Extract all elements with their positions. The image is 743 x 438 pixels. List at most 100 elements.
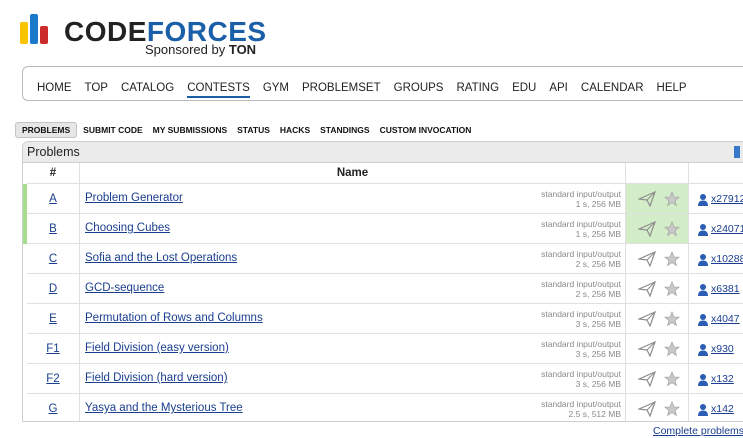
problem-actions-cell [625,363,689,394]
problem-index-cell: F1 [23,333,80,364]
star-icon[interactable] [663,220,681,242]
problem-limits: standard input/output 3 s, 256 MB [541,369,621,389]
problem-limits: standard input/output 2.5 s, 512 MB [541,399,621,419]
problem-row: C Sofia and the Lost Operations standard i… [23,243,743,274]
problem-index-link[interactable]: A [49,193,57,205]
user-icon [697,313,709,330]
subnav-item-custom-invocation[interactable]: CUSTOM INVOCATION [376,122,476,138]
nav-item-api[interactable]: API [549,82,568,94]
user-icon [697,223,709,240]
star-icon[interactable] [663,370,681,392]
subnav-item-hacks[interactable]: HACKS [276,122,314,138]
solved-count-link[interactable]: x27912 [711,193,743,205]
col-header-name: Name [79,163,626,184]
star-icon[interactable] [663,340,681,362]
paper-plane-icon[interactable] [636,400,657,421]
user-icon [697,283,709,300]
problem-name-link[interactable]: Yasya and the Mysterious Tree [85,402,243,414]
problem-index-link[interactable]: F2 [46,373,59,385]
problem-solved-cell: x4047 [688,303,743,334]
problem-actions-cell [625,213,689,244]
problem-index-cell: C [23,243,80,274]
problems-box-title: Problems [23,142,743,163]
nav-item-help[interactable]: HELP [657,82,687,94]
problem-row: A Problem Generator standard input/output 1… [23,183,743,214]
paper-plane-icon[interactable] [636,370,657,392]
problem-name-link[interactable]: Sofia and the Lost Operations [85,252,237,264]
col-header-actions [625,163,689,184]
problem-index-link[interactable]: F1 [46,343,59,355]
problem-index-cell: B [23,213,80,244]
paper-plane-icon[interactable] [636,190,657,212]
problem-limits: standard input/output 2 s, 256 MB [541,249,621,269]
problem-name-cell: Choosing Cubes standard input/output 1 s, … [79,213,626,244]
problem-solved-cell: x6381 [688,273,743,304]
problem-row: F1 Field Division (easy version) standard … [23,333,743,364]
solved-count-link[interactable]: x6381 [711,283,740,295]
col-header-solved [688,163,743,184]
nav-item-problemset[interactable]: PROBLEMSET [302,82,381,94]
codeforces-logo[interactable]: CODEFORCES Sponsored by TON [20,14,280,60]
nav-item-top[interactable]: TOP [85,82,108,94]
solved-count-link[interactable]: x132 [711,373,734,385]
star-icon[interactable] [663,190,681,212]
star-icon[interactable] [663,250,681,272]
problem-solved-cell: x27912 [688,183,743,214]
problems-box: Problems # Name A Problem Generator standa… [22,141,743,422]
paper-plane-icon[interactable] [636,340,657,362]
problem-name-link[interactable]: Choosing Cubes [85,222,170,234]
paper-plane-icon[interactable] [636,280,657,302]
problem-limits: standard input/output 1 s, 256 MB [541,189,621,209]
problem-limits: standard input/output 3 s, 256 MB [541,339,621,359]
problem-name-link[interactable]: Problem Generator [85,192,183,204]
main-nav: HOME TOP CATALOG CONTESTS GYM PROBLEMSET GROUP… [22,66,743,101]
paper-plane-icon[interactable] [636,220,657,242]
star-icon[interactable] [663,280,681,302]
problem-index-link[interactable]: E [49,313,57,325]
problem-row: B Choosing Cubes standard input/output 1 s,… [23,213,743,244]
paper-plane-icon[interactable] [636,250,657,272]
nav-item-edu[interactable]: EDU [512,82,536,94]
problem-name-link[interactable]: Permutation of Rows and Columns [85,312,263,324]
contest-sub-nav: PROBLEMS SUBMIT CODE MY SUBMISSIONS STATUS H… [15,120,477,138]
nav-item-contests[interactable]: CONTESTS [187,82,250,98]
problem-index-link[interactable]: B [49,223,57,235]
nav-item-groups[interactable]: GROUPS [394,82,444,94]
problem-name-cell: Field Division (hard version) standard in… [79,363,626,394]
nav-item-rating[interactable]: RATING [456,82,499,94]
user-icon [697,193,709,210]
problem-actions-cell [625,303,689,334]
solved-count-link[interactable]: x142 [711,403,734,415]
star-icon[interactable] [663,400,681,421]
complete-problemset-link[interactable]: Complete problemset [653,425,743,437]
problem-index-link[interactable]: D [49,283,57,295]
solved-count-link[interactable]: x930 [711,343,734,355]
problem-index-cell: F2 [23,363,80,394]
subnav-item-my-submissions[interactable]: MY SUBMISSIONS [149,122,231,138]
nav-item-calendar[interactable]: CALENDAR [581,82,644,94]
subnav-item-submit-code[interactable]: SUBMIT CODE [79,122,147,138]
star-icon[interactable] [663,310,681,332]
problem-solved-cell: x10288 [688,243,743,274]
problem-index-link[interactable]: C [49,253,57,265]
problem-name-link[interactable]: GCD-sequence [85,282,164,294]
subnav-item-standings[interactable]: STANDINGS [316,122,373,138]
solved-count-link[interactable]: x24071 [711,223,743,235]
paper-plane-icon[interactable] [636,310,657,332]
problem-limits: standard input/output 2 s, 256 MB [541,279,621,299]
nav-item-home[interactable]: HOME [37,82,72,94]
solved-count-link[interactable]: x4047 [711,313,740,325]
box-toggle-icon[interactable] [734,146,740,158]
problem-limits: standard input/output 1 s, 256 MB [541,219,621,239]
solved-count-link[interactable]: x10288 [711,253,743,265]
problem-name-link[interactable]: Field Division (easy version) [85,342,229,354]
problem-index-link[interactable]: G [49,403,58,415]
logo-bars-icon [20,14,56,44]
subnav-item-problems[interactable]: PROBLEMS [15,122,78,138]
subnav-item-status[interactable]: STATUS [233,122,274,138]
problem-name-link[interactable]: Field Division (hard version) [85,372,228,384]
user-icon [697,373,709,390]
problem-index-cell: G [23,393,80,421]
nav-item-catalog[interactable]: CATALOG [121,82,174,94]
nav-item-gym[interactable]: GYM [263,82,289,94]
